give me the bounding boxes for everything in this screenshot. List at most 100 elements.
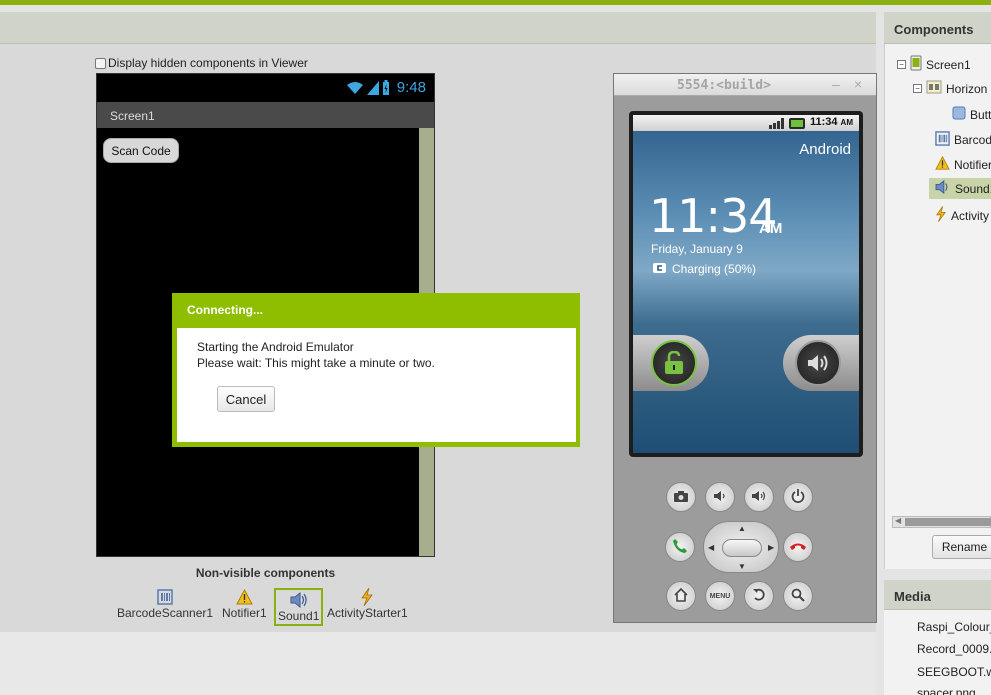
components-panel-header: Components xyxy=(884,12,991,44)
dialog-message-line2: Please wait: This might take a minute or… xyxy=(197,356,435,370)
dialog-body: Starting the Android Emulator Please wai… xyxy=(177,328,576,442)
speaker-icon xyxy=(935,179,951,197)
tree-item-horizontal-arrangement[interactable]: − Horizon xyxy=(913,80,987,97)
power-icon xyxy=(791,488,805,506)
viewer-bottom-area xyxy=(0,632,876,695)
unlock-icon xyxy=(651,340,697,386)
emulator-status-time: 11:34 AM xyxy=(809,116,853,128)
back-icon xyxy=(752,588,766,605)
dpad-down-icon[interactable]: ▼ xyxy=(738,562,746,571)
tree-item-activitystarter[interactable]: Activity xyxy=(935,206,989,225)
scroll-left-icon[interactable]: ◀ xyxy=(895,516,901,525)
nonvisible-item-notifier[interactable]: Notifier1 xyxy=(222,588,267,620)
emulator-lock-screen[interactable]: 11:34 AM Android 11:34 AM Friday, Januar… xyxy=(633,115,859,453)
camera-icon xyxy=(673,490,689,505)
nonvisible-item-activitystarter[interactable]: ActivityStarter1 xyxy=(327,588,408,620)
power-button[interactable] xyxy=(783,482,813,512)
volume-icon xyxy=(795,340,841,386)
media-list: Raspi_Colour_ Record_0009. SEEGBOOT.w sp… xyxy=(884,610,991,695)
lock-screen-ampm: AM xyxy=(759,220,783,237)
collapse-icon[interactable]: − xyxy=(897,60,906,69)
signal-icon xyxy=(769,118,785,132)
menu-label: MENU xyxy=(709,592,731,600)
media-item[interactable]: spacer.png xyxy=(917,686,976,695)
back-button[interactable] xyxy=(744,581,774,611)
media-item[interactable]: SEEGBOOT.w xyxy=(917,665,991,679)
charging-battery-icon xyxy=(789,118,805,132)
nonvisible-item-barcodescanner[interactable]: BarcodeScanner1 xyxy=(117,588,213,620)
nonvisible-item-label: Notifier1 xyxy=(222,606,267,620)
connecting-dialog: Connecting... Starting the Android Emula… xyxy=(172,293,580,447)
button-icon xyxy=(952,106,966,123)
unlock-slider[interactable] xyxy=(633,335,709,391)
display-hidden-checkbox[interactable] xyxy=(95,57,106,69)
close-button[interactable]: × xyxy=(854,76,862,92)
battery-icon xyxy=(382,80,390,98)
emulator-hardware-controls: ▲ ▼ ◀ ▶ MENU xyxy=(614,472,876,622)
call-button[interactable] xyxy=(665,532,695,562)
emulator-status-bar: 11:34 AM xyxy=(633,115,859,131)
lightning-icon xyxy=(935,206,947,225)
horizontal-arrangement-icon xyxy=(926,80,942,97)
emulator-title-bar[interactable]: 5554:<build> – × xyxy=(614,74,876,96)
dpad[interactable]: ▲ ▼ ◀ ▶ xyxy=(703,521,779,573)
scrollbar-thumb[interactable] xyxy=(905,518,991,526)
tree-item-screen[interactable]: − Screen1 xyxy=(897,55,971,74)
media-item[interactable]: Raspi_Colour_ xyxy=(917,620,991,634)
charging-label: Charging (50%) xyxy=(672,262,757,276)
scan-code-button[interactable]: Scan Code xyxy=(103,138,179,163)
minimize-button[interactable]: – xyxy=(832,76,840,92)
dpad-left-icon[interactable]: ◀ xyxy=(708,543,714,552)
components-horizontal-scrollbar[interactable]: ◀ xyxy=(892,516,991,528)
tree-item-button[interactable]: Butt xyxy=(952,106,991,123)
search-button[interactable] xyxy=(783,581,813,611)
nonvisible-item-label: Sound1 xyxy=(278,609,320,623)
charging-status: Charging (50%) xyxy=(653,262,756,276)
tree-item-sound[interactable]: Sound1 xyxy=(929,178,991,199)
viewer-header xyxy=(0,12,876,44)
media-panel-header: Media xyxy=(884,580,991,610)
camera-button[interactable] xyxy=(666,482,696,512)
nonvisible-item-sound[interactable]: Sound1 xyxy=(274,588,324,626)
end-call-button[interactable] xyxy=(783,532,813,562)
lock-screen-clock: 11:34 xyxy=(649,189,778,243)
home-button[interactable] xyxy=(666,581,696,611)
phone-call-icon xyxy=(672,538,688,557)
rename-button[interactable]: Rename xyxy=(932,535,991,559)
wifi-icon xyxy=(346,81,364,98)
warning-icon xyxy=(236,588,253,606)
menu-button[interactable]: MENU xyxy=(705,581,735,611)
tree-item-barcode[interactable]: Barcod xyxy=(935,131,991,149)
collapse-icon[interactable]: − xyxy=(913,84,922,93)
android-emulator-window[interactable]: 5554:<build> – × 11:34 AM Android 11:34 … xyxy=(613,73,877,623)
dpad-right-icon[interactable]: ▶ xyxy=(768,543,774,552)
nonvisible-item-label: ActivityStarter1 xyxy=(327,606,408,620)
media-item[interactable]: Record_0009. xyxy=(917,642,991,656)
tree-item-label: Barcod xyxy=(954,133,991,147)
warning-icon xyxy=(935,155,950,173)
dpad-center-button[interactable] xyxy=(722,539,762,557)
nonvisible-item-label: BarcodeScanner1 xyxy=(117,606,214,620)
phone-status-icons xyxy=(346,80,390,98)
display-hidden-toggle[interactable]: Display hidden components in Viewer xyxy=(95,56,308,70)
tree-item-label: Notifier xyxy=(954,157,991,172)
volume-up-button[interactable] xyxy=(744,482,774,512)
tree-item-label: Screen1 xyxy=(926,57,971,72)
dpad-up-icon[interactable]: ▲ xyxy=(738,524,746,533)
tree-item-label: Butt xyxy=(970,107,991,122)
tree-item-notifier[interactable]: Notifier xyxy=(935,155,991,173)
dialog-title: Connecting... xyxy=(187,303,263,317)
home-icon xyxy=(674,587,688,605)
signal-icon xyxy=(367,81,379,98)
components-panel-title: Components xyxy=(894,22,974,37)
charging-icon xyxy=(653,262,667,276)
sound-toggle-slider[interactable] xyxy=(783,335,859,391)
top-accent-bar xyxy=(0,0,991,5)
lock-screen-date: Friday, January 9 xyxy=(651,242,743,256)
nonvisible-components-title: Non-visible components xyxy=(195,566,336,580)
cancel-button[interactable]: Cancel xyxy=(217,386,275,412)
volume-down-button[interactable] xyxy=(705,482,735,512)
end-call-icon xyxy=(789,540,807,554)
dialog-message-line1: Starting the Android Emulator xyxy=(197,340,354,354)
media-panel-title: Media xyxy=(894,589,931,604)
